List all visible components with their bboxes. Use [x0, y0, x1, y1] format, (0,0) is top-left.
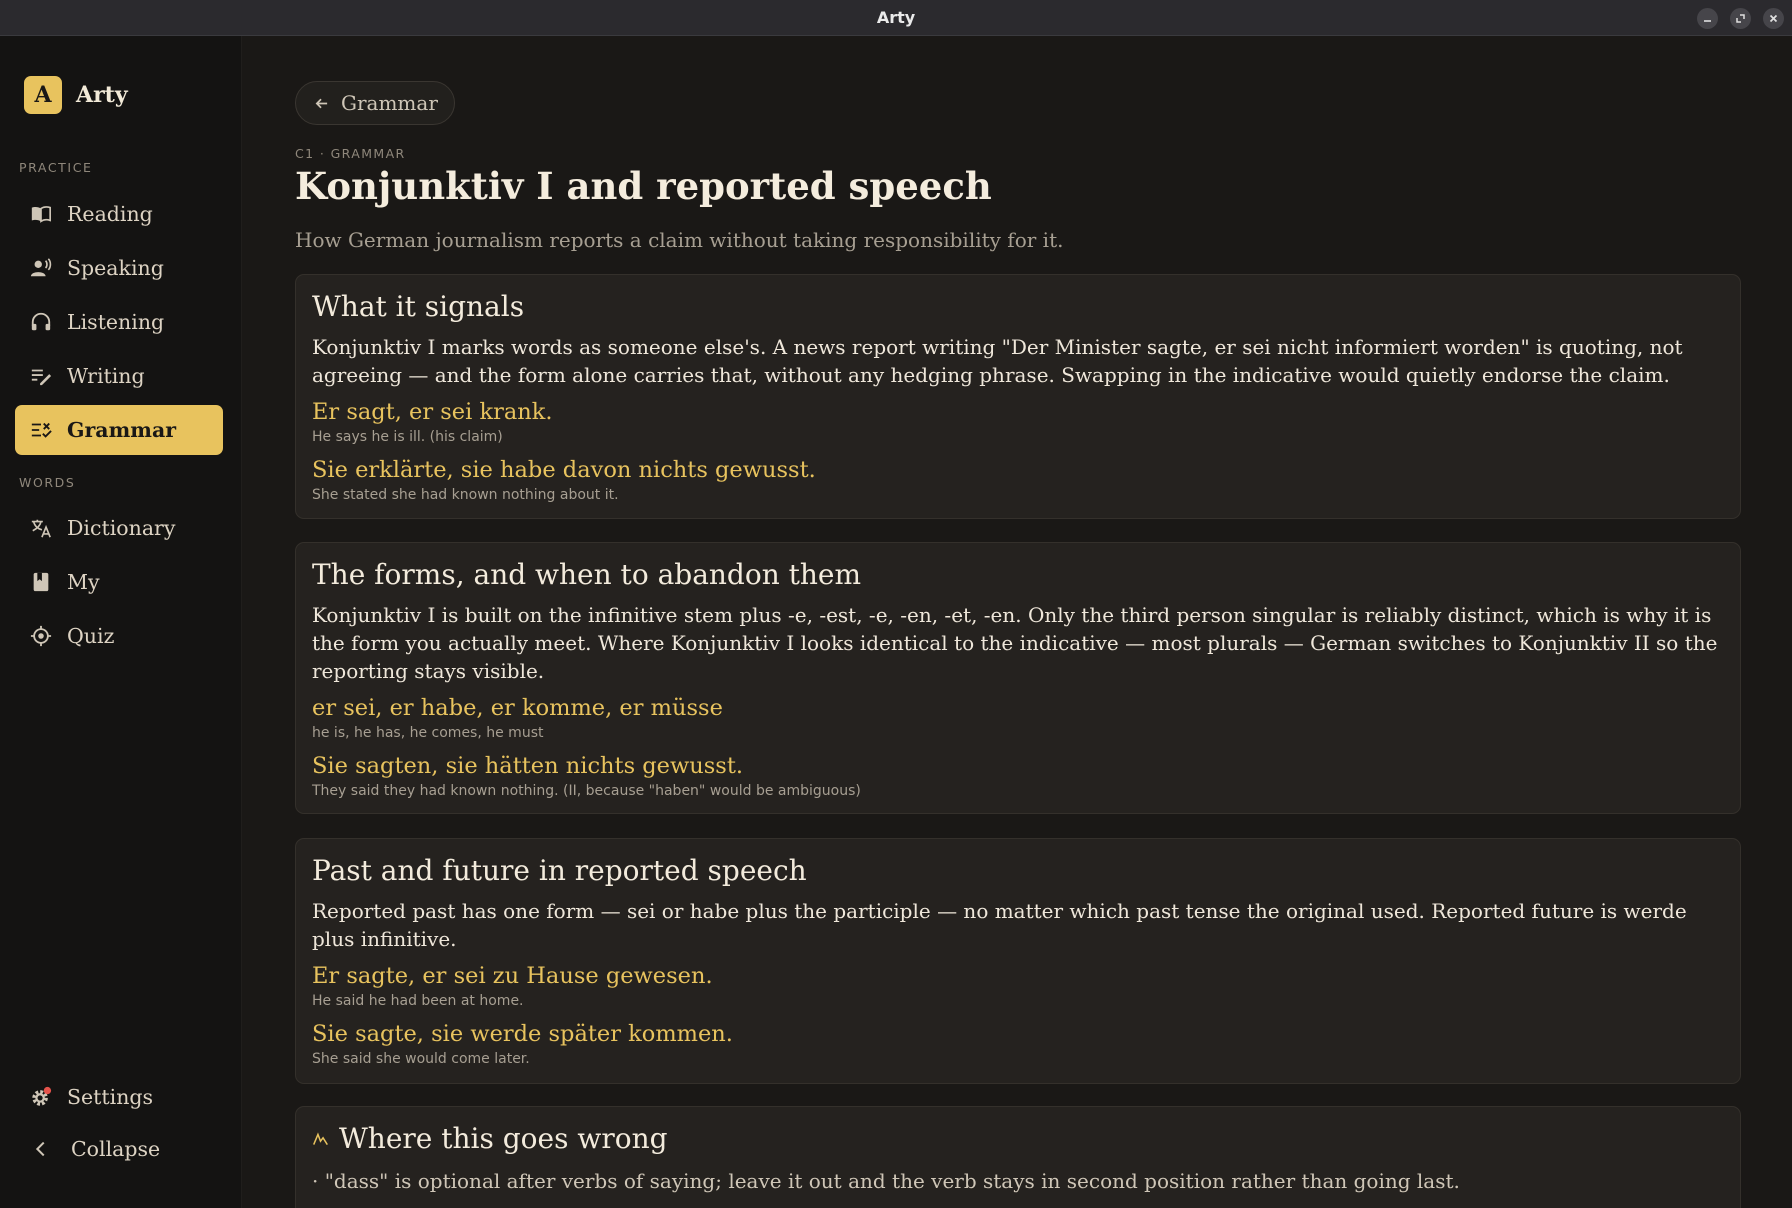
section-card-past-future: Past and future in reported speech Repor… — [295, 838, 1741, 1084]
maximize-icon — [1736, 14, 1745, 23]
sidebar-item-reading[interactable]: Reading — [15, 189, 223, 239]
section-body: Konjunktiv I marks words as someone else… — [312, 335, 1683, 388]
section-card-what-it-signals: What it signals Konjunktiv I marks words… — [295, 274, 1741, 519]
bookmark-book-icon — [29, 570, 53, 594]
section-card-forms: The forms, and when to abandon them Konj… — [295, 542, 1741, 814]
example-translation: he is, he has, he comes, he must — [312, 725, 544, 742]
speaking-icon — [29, 256, 53, 280]
back-button[interactable]: Grammar — [295, 81, 455, 125]
section-heading: Where this goes wrong — [339, 1122, 668, 1155]
sidebar-item-label: Quiz — [67, 624, 115, 648]
example-translation: She stated she had known nothing about i… — [312, 487, 619, 504]
example: Sie sagte, sie werde später kommen. She … — [312, 1019, 1724, 1069]
window-title: Arty — [876, 8, 916, 27]
sidebar-item-quiz[interactable]: Quiz — [15, 611, 223, 661]
brand[interactable]: A Arty — [24, 76, 128, 114]
example: Er sagt, er sei krank. He says he is ill… — [312, 397, 1724, 447]
section-card-pitfalls: Where this goes wrong · "dass" is option… — [295, 1106, 1741, 1208]
back-label: Grammar — [341, 91, 438, 115]
sidebar-item-label: Grammar — [67, 418, 177, 442]
level-eyebrow: C1 · GRAMMAR — [295, 146, 406, 161]
section-heading-row: Where this goes wrong — [312, 1121, 1724, 1157]
window-controls — [1697, 8, 1784, 29]
section-heading: The forms, and when to abandon them — [312, 558, 862, 591]
grammar-icon — [29, 418, 53, 442]
close-icon — [1769, 14, 1778, 23]
sidebar-item-settings[interactable]: Settings — [15, 1072, 223, 1122]
sidebar-item-speaking[interactable]: Speaking — [15, 243, 223, 293]
brand-logo: A — [24, 76, 62, 114]
example-german: Sie sagte, sie werde später kommen. — [312, 1021, 733, 1048]
example: Er sagte, er sei zu Hause gewesen. He sa… — [312, 961, 1724, 1011]
example-german: Sie sagten, sie hätten nichts gewusst. — [312, 753, 744, 780]
sidebar-item-label: My — [67, 570, 100, 594]
section-heading: Past and future in reported speech — [312, 854, 807, 887]
pitfall-icon — [312, 1132, 328, 1145]
section-label-practice: PRACTICE — [19, 160, 93, 175]
collapse-label: Collapse — [71, 1137, 161, 1161]
sidebar-item-label: Settings — [67, 1085, 154, 1109]
collapse-button[interactable]: Collapse — [15, 1124, 223, 1174]
book-icon — [29, 202, 53, 226]
sidebar-item-listening[interactable]: Listening — [15, 297, 223, 347]
chevron-left-icon — [29, 1137, 53, 1161]
page-title: Konjunktiv I and reported speech — [295, 164, 992, 208]
example-translation: She said she would come later. — [312, 1051, 530, 1068]
close-button[interactable] — [1763, 8, 1784, 29]
main-content: Grammar C1 · GRAMMAR Konjunktiv I and re… — [243, 36, 1792, 1208]
sidebar-item-dictionary[interactable]: Dictionary — [15, 503, 223, 553]
target-icon — [29, 624, 53, 648]
example: Sie erklärte, sie habe davon nichts gewu… — [312, 455, 1724, 505]
sidebar-item-label: Listening — [67, 310, 165, 334]
section-body: Konjunktiv I is built on the infinitive … — [312, 603, 1718, 684]
example-german: er sei, er habe, er komme, er müsse — [312, 695, 723, 722]
writing-icon — [29, 364, 53, 388]
example-german: Sie erklärte, sie habe davon nichts gewu… — [312, 457, 816, 484]
sidebar-item-grammar[interactable]: Grammar — [15, 405, 223, 455]
window-titlebar: Arty — [0, 0, 1792, 36]
example-translation: They said they had known nothing. (II, b… — [312, 783, 861, 800]
section-body: Reported past has one form — sei or habe… — [312, 899, 1687, 952]
sidebar: A Arty PRACTICE Reading Speaking Listeni… — [0, 36, 242, 1208]
example-german: Er sagte, er sei zu Hause gewesen. — [312, 963, 713, 990]
minimize-button[interactable] — [1697, 8, 1718, 29]
section-heading: What it signals — [312, 290, 525, 323]
brand-name: Arty — [76, 82, 128, 108]
sidebar-item-label: Writing — [67, 364, 145, 388]
translate-icon — [29, 516, 53, 540]
section-label-words: WORDS — [19, 475, 76, 490]
example-translation: He said he had been at home. — [312, 993, 524, 1010]
example-translation: He says he is ill. (his claim) — [312, 429, 503, 446]
example: Sie sagten, sie hätten nichts gewusst. T… — [312, 751, 1724, 801]
arrow-left-icon — [315, 98, 328, 108]
headphones-icon — [29, 310, 53, 334]
minimize-icon — [1704, 20, 1711, 22]
example: er sei, er habe, er komme, er müsse he i… — [312, 693, 1724, 743]
sidebar-item-label: Speaking — [67, 256, 164, 280]
sidebar-item-label: Dictionary — [67, 516, 176, 540]
maximize-button[interactable] — [1730, 8, 1751, 29]
gear-icon — [29, 1085, 53, 1109]
pitfall-item: · "dass" is optional after verbs of sayi… — [312, 1169, 1460, 1194]
sidebar-item-writing[interactable]: Writing — [15, 351, 223, 401]
page-subtitle: How German journalism reports a claim wi… — [295, 228, 1064, 252]
example-german: Er sagt, er sei krank. — [312, 399, 553, 426]
sidebar-item-my[interactable]: My — [15, 557, 223, 607]
sidebar-item-label: Reading — [67, 202, 153, 226]
